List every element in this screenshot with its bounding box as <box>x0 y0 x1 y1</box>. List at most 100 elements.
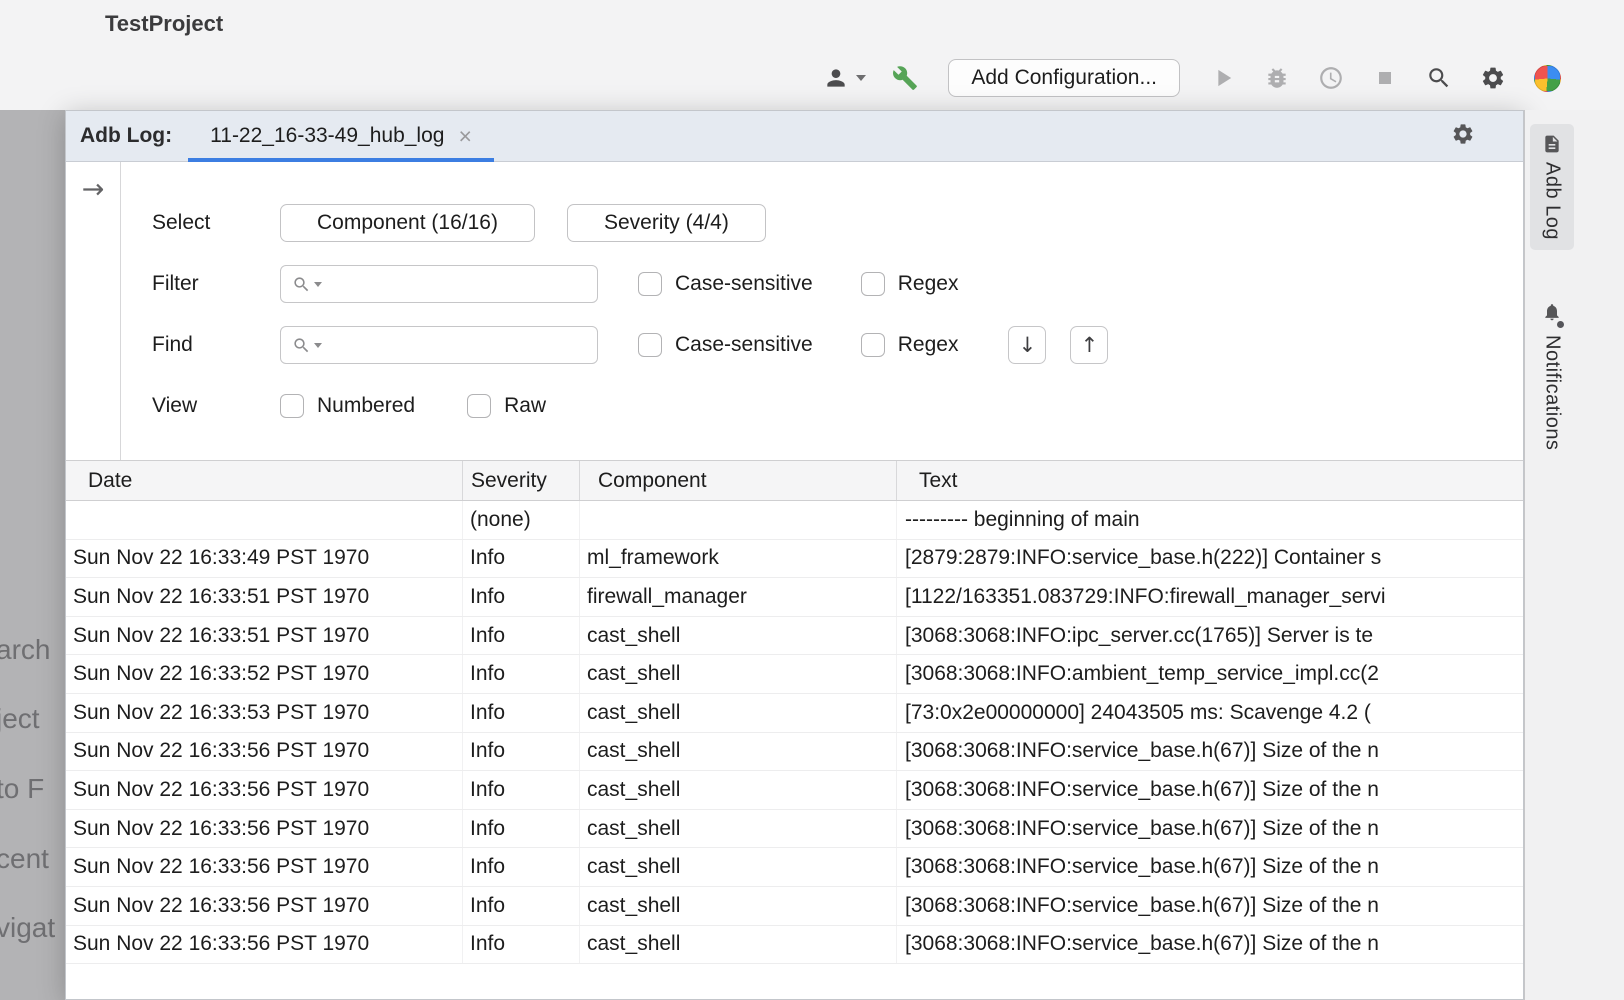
ide-screen: TestProject Add Configuration... <box>0 0 1624 1000</box>
log-row[interactable]: Sun Nov 22 16:33:53 PST 1970 Info cast_s… <box>66 694 1523 733</box>
arrow-down-icon: ↓ <box>1019 333 1037 357</box>
log-text-cell: [3068:3068:INFO:service_base.h(67)] Size… <box>897 887 1523 925</box>
log-row[interactable]: Sun Nov 22 16:33:56 PST 1970 Info cast_s… <box>66 810 1523 849</box>
background-text-fragment: ject <box>0 703 40 735</box>
log-component-cell: firewall_manager <box>580 578 897 616</box>
log-row[interactable]: (none) --------- beginning of main <box>66 501 1523 540</box>
log-table: Date Severity Component Text (none) ----… <box>66 460 1523 999</box>
adb-log-toolwindow: Adb Log: 11-22_16-33-49_hub_log × → <box>65 110 1524 1000</box>
log-text-cell: [3068:3068:INFO:ambient_temp_service_imp… <box>897 655 1523 693</box>
log-row[interactable]: Sun Nov 22 16:33:52 PST 1970 Info cast_s… <box>66 655 1523 694</box>
search-icon <box>1426 65 1452 91</box>
search-everywhere-button[interactable] <box>1424 63 1454 93</box>
background-text-fragment: vigat <box>0 912 55 944</box>
search-icon <box>292 275 311 294</box>
log-file-tab[interactable]: 11-22_16-33-49_hub_log × <box>188 111 494 161</box>
find-search-box[interactable] <box>280 326 598 364</box>
numbered-checkbox[interactable] <box>280 394 304 418</box>
notification-badge <box>1557 321 1564 328</box>
dimmed-background: arch ject to F cent vigat <box>0 110 65 1000</box>
regex-label: Regex <box>898 333 959 357</box>
studio-logo-button[interactable] <box>1532 63 1562 93</box>
regex-checkbox[interactable] <box>861 272 885 296</box>
case-sensitive-label: Case-sensitive <box>675 272 813 296</box>
stripe-tab-label: Adb Log <box>1541 162 1564 240</box>
stripe-tab-notifications[interactable]: Notifications <box>1530 292 1574 460</box>
find-next-button[interactable]: ↓ <box>1008 326 1046 364</box>
log-row[interactable]: Sun Nov 22 16:33:49 PST 1970 Info ml_fra… <box>66 540 1523 579</box>
find-regex-option: Regex <box>861 333 959 357</box>
log-row[interactable]: Sun Nov 22 16:33:56 PST 1970 Info cast_s… <box>66 848 1523 887</box>
filter-case-sensitive-option: Case-sensitive <box>638 272 813 296</box>
log-component-cell <box>580 501 897 539</box>
log-date-cell: Sun Nov 22 16:33:56 PST 1970 <box>66 771 463 809</box>
column-header-date[interactable]: Date <box>66 461 463 500</box>
log-text-cell: [3068:3068:INFO:service_base.h(67)] Size… <box>897 848 1523 886</box>
filter-search-box[interactable] <box>280 265 598 303</box>
run-button[interactable] <box>1208 63 1238 93</box>
column-header-component[interactable]: Component <box>580 461 897 500</box>
log-row[interactable]: Sun Nov 22 16:33:56 PST 1970 Info cast_s… <box>66 926 1523 965</box>
search-options-caret-icon[interactable] <box>314 282 322 287</box>
log-row[interactable]: Sun Nov 22 16:33:56 PST 1970 Info cast_s… <box>66 733 1523 772</box>
log-text-cell: [3068:3068:INFO:service_base.h(67)] Size… <box>897 926 1523 964</box>
column-header-text[interactable]: Text <box>897 461 1523 500</box>
log-severity-cell: Info <box>463 810 580 848</box>
search-options-caret-icon[interactable] <box>314 343 322 348</box>
collapse-panel-button[interactable]: → <box>82 176 105 203</box>
settings-button[interactable] <box>1478 63 1508 93</box>
user-icon <box>821 63 851 93</box>
find-case-sensitive-option: Case-sensitive <box>638 333 813 357</box>
studio-logo-icon <box>1534 65 1561 92</box>
log-row[interactable]: Sun Nov 22 16:33:56 PST 1970 Info cast_s… <box>66 771 1523 810</box>
case-sensitive-checkbox[interactable] <box>638 333 662 357</box>
log-date-cell: Sun Nov 22 16:33:56 PST 1970 <box>66 848 463 886</box>
filter-regex-option: Regex <box>861 272 959 296</box>
log-row[interactable]: Sun Nov 22 16:33:51 PST 1970 Info cast_s… <box>66 617 1523 656</box>
component-filter-button[interactable]: Component (16/16) <box>280 204 535 242</box>
log-text-cell: [3068:3068:INFO:service_base.h(67)] Size… <box>897 733 1523 771</box>
stop-button[interactable] <box>1370 63 1400 93</box>
log-file-icon <box>1542 134 1562 154</box>
log-component-cell: ml_framework <box>580 540 897 578</box>
add-configuration-button[interactable]: Add Configuration... <box>948 59 1180 97</box>
regex-checkbox[interactable] <box>861 333 885 357</box>
profiler-button[interactable] <box>1316 63 1346 93</box>
case-sensitive-checkbox[interactable] <box>638 272 662 296</box>
log-row[interactable]: Sun Nov 22 16:33:51 PST 1970 Info firewa… <box>66 578 1523 617</box>
column-header-severity[interactable]: Severity <box>463 461 580 500</box>
raw-checkbox[interactable] <box>467 394 491 418</box>
log-component-cell: cast_shell <box>580 617 897 655</box>
filter-input[interactable] <box>330 273 587 296</box>
view-label: View <box>152 394 280 418</box>
severity-filter-button[interactable]: Severity (4/4) <box>567 204 766 242</box>
user-profile-button[interactable] <box>821 63 866 93</box>
toolwindow-header: Adb Log: 11-22_16-33-49_hub_log × <box>66 111 1523 162</box>
toolwindow-settings-button[interactable] <box>1451 122 1475 151</box>
background-text-fragment: cent <box>0 843 49 875</box>
close-icon[interactable]: × <box>458 125 471 148</box>
select-label: Select <box>152 211 280 235</box>
debug-button[interactable] <box>1262 63 1292 93</box>
log-severity-cell: Info <box>463 578 580 616</box>
main-toolbar: Add Configuration... <box>821 56 1562 100</box>
build-button[interactable] <box>890 63 920 93</box>
project-title: TestProject <box>105 11 223 37</box>
titlebar: TestProject Add Configuration... <box>0 0 1624 110</box>
find-previous-button[interactable]: ↑ <box>1070 326 1108 364</box>
log-date-cell: Sun Nov 22 16:33:51 PST 1970 <box>66 578 463 616</box>
log-component-cell: cast_shell <box>580 771 897 809</box>
log-component-cell: cast_shell <box>580 887 897 925</box>
log-text-cell: [2879:2879:INFO:service_base.h(222)] Con… <box>897 540 1523 578</box>
background-text-fragment: arch <box>0 634 50 666</box>
log-date-cell: Sun Nov 22 16:33:56 PST 1970 <box>66 887 463 925</box>
right-tool-stripe: Adb Log Notifications <box>1524 110 1624 1000</box>
log-file-tab-label: 11-22_16-33-49_hub_log <box>210 124 444 148</box>
log-severity-cell: (none) <box>463 501 580 539</box>
stripe-tab-adb-log[interactable]: Adb Log <box>1530 124 1574 250</box>
log-text-cell: --------- beginning of main <box>897 501 1523 539</box>
find-input[interactable] <box>330 334 587 357</box>
log-row[interactable]: Sun Nov 22 16:33:56 PST 1970 Info cast_s… <box>66 887 1523 926</box>
case-sensitive-label: Case-sensitive <box>675 333 813 357</box>
filter-row: Filter Case-sensitive Regex <box>152 265 1523 303</box>
